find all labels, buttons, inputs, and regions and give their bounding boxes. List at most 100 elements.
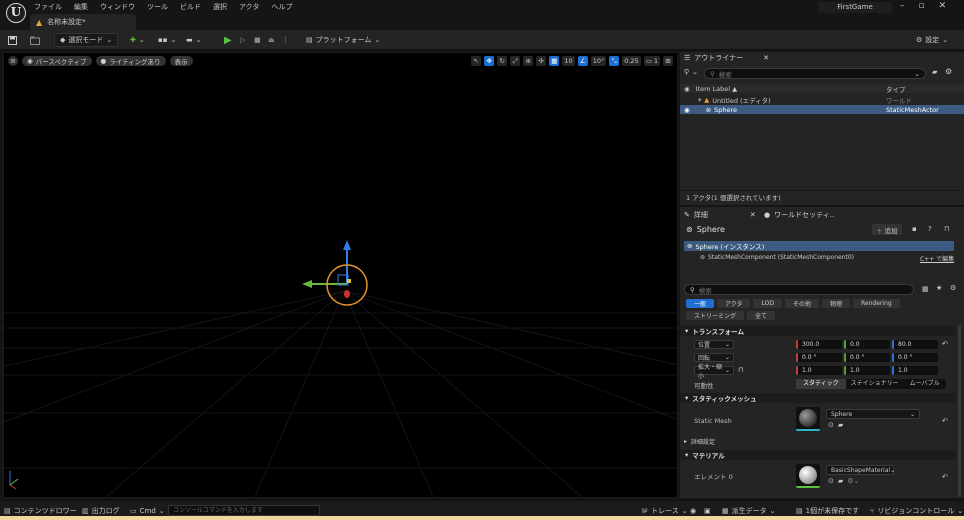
- eject-button[interactable]: ⏏: [268, 33, 275, 47]
- menu-build[interactable]: ビルド: [180, 2, 201, 12]
- category-actor[interactable]: アクタ: [717, 299, 751, 308]
- location-x-input[interactable]: 300.0: [796, 340, 842, 349]
- menu-tools[interactable]: ツール: [147, 2, 168, 12]
- lighting-button[interactable]: ● ライティングあり: [95, 56, 166, 66]
- record-button[interactable]: ◉: [690, 505, 696, 516]
- outliner-row-world[interactable]: ▾ ▲ Untitled (エディタ) ワールド: [680, 95, 964, 105]
- console-command-input[interactable]: コンソールコマンドを入力します: [168, 505, 320, 516]
- lock-icon[interactable]: ⊓: [738, 366, 743, 374]
- maximize-icon[interactable]: ▫: [919, 1, 925, 11]
- menu-select[interactable]: 選択: [213, 2, 227, 12]
- level-viewport[interactable]: ≡ ◉ パースペクティブ ● ライティングあり 表示 ↖ ✥ ↻ ⤢ ⊕ ✣ ▦…: [3, 52, 678, 498]
- details-tab[interactable]: ✎ 詳細 ✕: [684, 209, 756, 221]
- scale-y-input[interactable]: 1.0: [844, 366, 890, 375]
- property-matrix-icon[interactable]: ▦: [922, 285, 929, 293]
- menu-actor[interactable]: アクタ: [239, 2, 259, 12]
- translate-tool-icon[interactable]: ✥: [484, 56, 495, 66]
- screenshot-button[interactable]: ▣: [704, 505, 711, 516]
- component-row[interactable]: ⊚ StaticMeshComponent (StaticMeshCompone…: [700, 254, 854, 261]
- cmd-dropdown[interactable]: ▭ Cmd ⌄: [130, 505, 165, 516]
- blueprint-icon[interactable]: ▪: [912, 225, 917, 233]
- static-mesh-section-header[interactable]: ▾ スタティックメッシュ: [680, 393, 956, 403]
- close-icon[interactable]: ✕: [763, 54, 769, 62]
- hamburger-menu-icon[interactable]: ≡: [8, 56, 18, 66]
- grid-snap-toggle[interactable]: ▦: [549, 56, 560, 66]
- content-drawer-button[interactable]: ▤ コンテンツドロワー: [4, 505, 77, 516]
- scale-snap-value[interactable]: 0.25: [622, 56, 641, 66]
- level-document-tab[interactable]: ▲ 名称未設定*: [30, 14, 136, 30]
- menu-edit[interactable]: 編集: [74, 2, 88, 12]
- use-selected-icon[interactable]: ⊙: [828, 477, 834, 485]
- settings-button[interactable]: ⚙ 設定 ⌄: [916, 33, 948, 47]
- scale-mode-dropdown[interactable]: 拡大・縮小 ⌄: [694, 364, 734, 380]
- rotation-snap-value[interactable]: 10°: [590, 56, 607, 66]
- menu-window[interactable]: ウィンドウ: [100, 2, 135, 12]
- minimize-icon[interactable]: –: [900, 1, 905, 11]
- platforms-dropdown[interactable]: ▤ プラットフォーム ⌄: [306, 33, 380, 47]
- world-space-icon[interactable]: ⊕: [523, 56, 534, 66]
- edit-cpp-link[interactable]: C++ で編集: [920, 254, 954, 263]
- component-instance-row[interactable]: ⊚ Sphere (インスタンス): [684, 241, 954, 251]
- camera-speed-button[interactable]: ▭ 1: [643, 56, 660, 66]
- use-selected-icon[interactable]: ⊙: [828, 421, 834, 429]
- world-settings-tab[interactable]: ● ワールドセッティ..: [764, 209, 834, 221]
- category-physics[interactable]: 物理: [821, 299, 850, 308]
- location-mode-dropdown[interactable]: 位置 ⌄: [694, 340, 734, 349]
- eye-icon[interactable]: ◉: [684, 106, 690, 114]
- save-button[interactable]: [8, 33, 17, 47]
- filter-icon[interactable]: ⚲: [684, 68, 689, 76]
- select-tool-icon[interactable]: ↖: [471, 56, 482, 66]
- close-icon[interactable]: ✕: [750, 211, 756, 219]
- rotate-tool-icon[interactable]: ↻: [497, 56, 508, 66]
- static-mesh-select[interactable]: Sphere ⌄: [826, 409, 920, 419]
- menu-file[interactable]: ファイル: [34, 2, 62, 12]
- details-search-input[interactable]: ⚲ 検索: [684, 284, 914, 295]
- perspective-button[interactable]: ◉ パースペクティブ: [22, 56, 92, 66]
- show-button[interactable]: 表示: [169, 56, 193, 66]
- expand-arrow-icon[interactable]: ▾: [698, 96, 701, 104]
- details-scrollbar[interactable]: [958, 325, 961, 497]
- scale-tool-icon[interactable]: ⤢: [510, 56, 521, 66]
- category-all[interactable]: 全て: [747, 311, 776, 320]
- column-type[interactable]: タイプ: [886, 84, 906, 94]
- category-misc[interactable]: その他: [784, 299, 819, 308]
- category-general[interactable]: 一般: [686, 299, 715, 308]
- add-folder-icon[interactable]: ▰: [932, 68, 937, 76]
- static-mesh-thumbnail[interactable]: [796, 407, 820, 431]
- play-options-button[interactable]: ⋮: [282, 33, 289, 47]
- category-lod[interactable]: LOD: [753, 299, 782, 308]
- rotation-x-input[interactable]: 0.0 °: [796, 353, 842, 362]
- help-icon[interactable]: ?: [928, 225, 932, 233]
- material-select[interactable]: BasicShapeMaterial ⌄: [826, 465, 895, 475]
- close-icon[interactable]: ✕: [939, 1, 947, 11]
- gear-icon[interactable]: ⚙: [950, 284, 956, 292]
- browse-icon[interactable]: ▰: [838, 477, 843, 485]
- location-z-input[interactable]: 80.0: [892, 340, 938, 349]
- transform-section-header[interactable]: ▾ トランスフォーム: [680, 326, 956, 336]
- category-rendering[interactable]: Rendering: [853, 299, 900, 308]
- column-item-label[interactable]: Item Label ▲: [696, 85, 737, 93]
- derived-data-dropdown[interactable]: ▦ 派生データ ⌄: [722, 505, 776, 516]
- scale-snap-toggle[interactable]: ⤡: [609, 56, 620, 66]
- outliner-row-sphere[interactable]: ◉ ⊚ Sphere StaticMeshActor: [680, 105, 964, 114]
- outliner-tab[interactable]: ☰ アウトライナー ✕: [684, 52, 769, 64]
- add-component-button[interactable]: ＋ 追加: [872, 224, 902, 235]
- browse-icon[interactable]: ▰: [838, 421, 843, 429]
- menu-help[interactable]: ヘルプ: [271, 2, 292, 12]
- blueprint-button[interactable]: ▪▪ ⌄: [158, 33, 176, 47]
- mobility-movable[interactable]: ムーバブル: [904, 379, 946, 389]
- unreal-logo-icon[interactable]: U: [6, 3, 26, 23]
- chevron-down-icon[interactable]: ⌄: [692, 68, 698, 76]
- output-log-button[interactable]: ▥ 出力ログ: [82, 505, 120, 516]
- more-options-icon[interactable]: ⚙⌄: [847, 477, 859, 485]
- surface-snap-icon[interactable]: ✣: [536, 56, 547, 66]
- step-button[interactable]: ▷: [240, 33, 245, 47]
- category-streaming[interactable]: ストリーミング: [686, 311, 745, 320]
- mobility-stationary[interactable]: ステイショナリー: [846, 379, 904, 389]
- eye-icon[interactable]: ◉: [684, 85, 690, 93]
- scale-z-input[interactable]: 1.0: [892, 366, 938, 375]
- scale-x-input[interactable]: 1.0: [796, 366, 842, 375]
- reset-icon[interactable]: ↶: [942, 340, 948, 348]
- viewport-layout-icon[interactable]: ⊞: [663, 56, 673, 66]
- gear-icon[interactable]: ⚙: [945, 67, 952, 76]
